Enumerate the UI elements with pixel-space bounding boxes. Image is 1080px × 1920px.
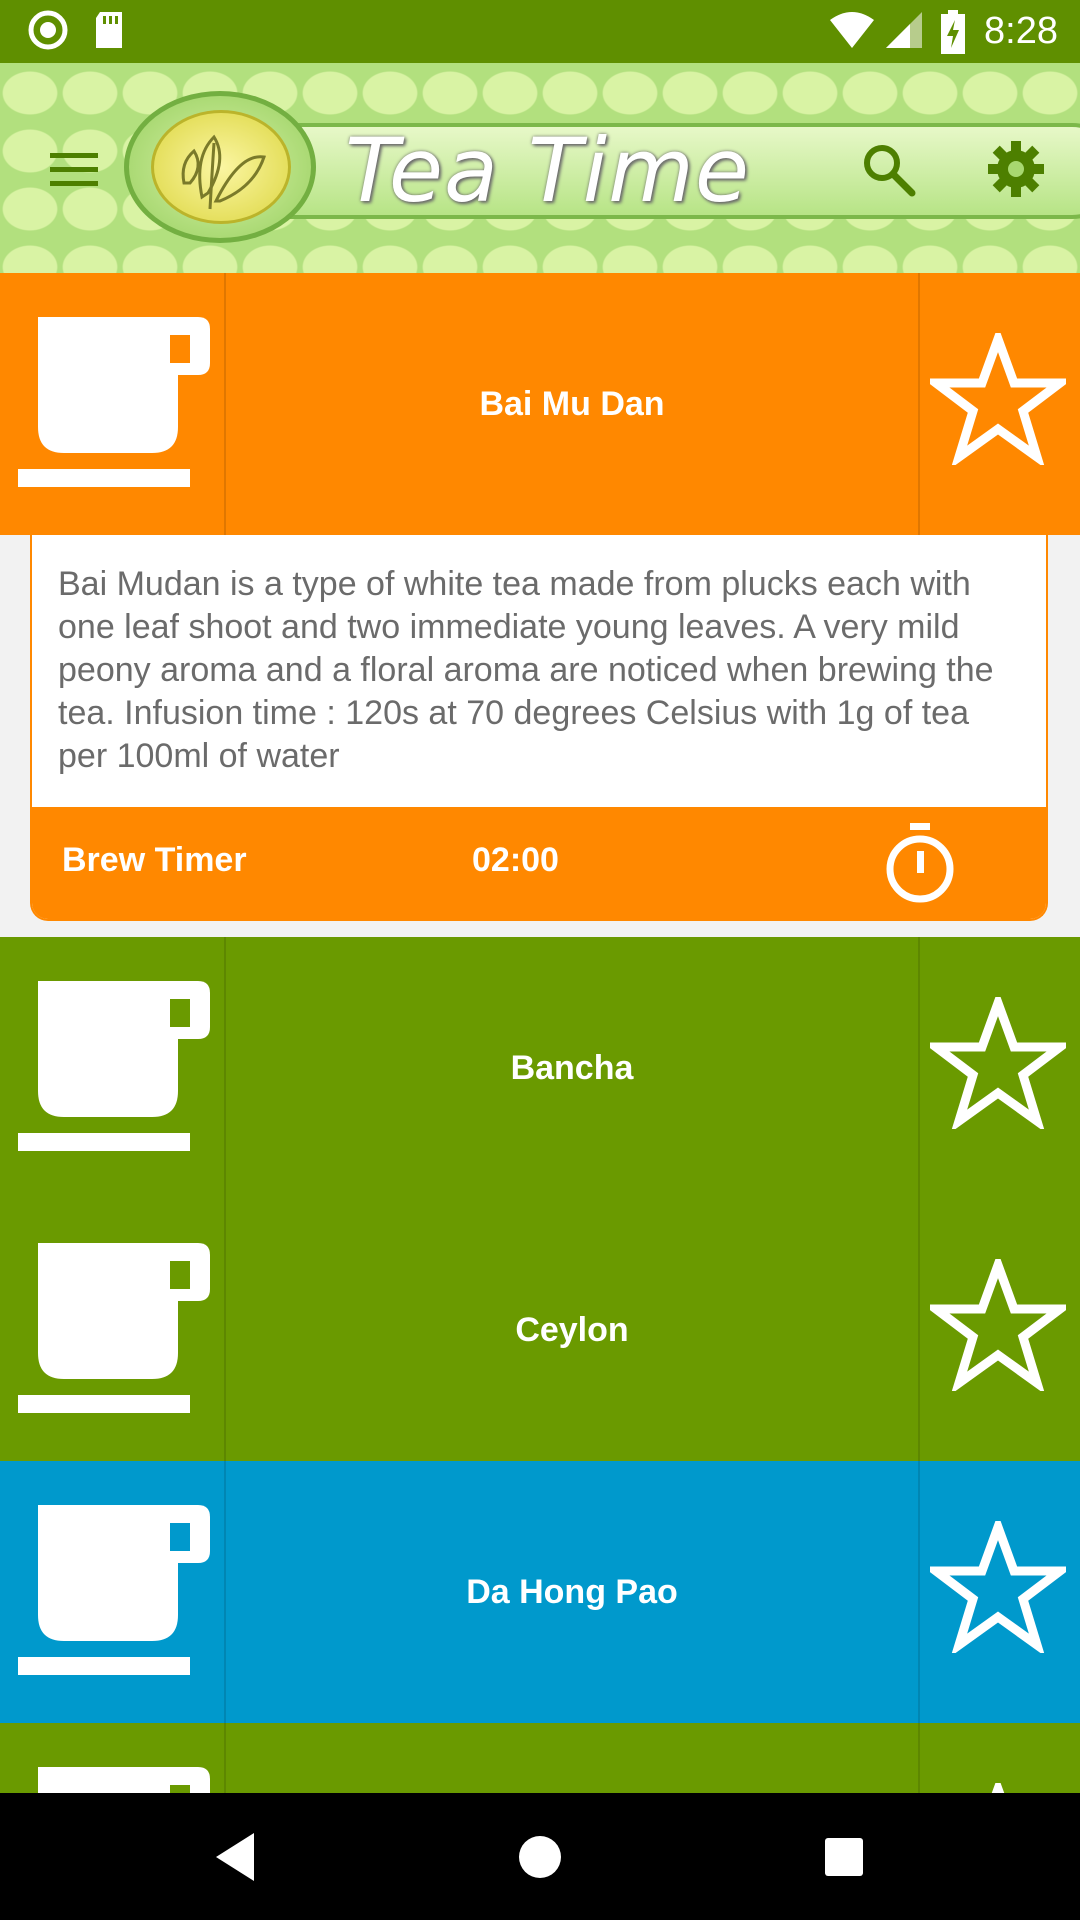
tea-description: Bai Mudan is a type of white tea made fr…	[58, 565, 994, 775]
home-circle-icon	[519, 1836, 561, 1878]
tea-cup-icon	[18, 1505, 210, 1675]
notification-ring-icon	[28, 10, 68, 50]
start-timer-button[interactable]	[878, 821, 962, 905]
tea-row-partial[interactable]	[0, 1723, 1080, 1793]
favorite-button[interactable]	[918, 1199, 1080, 1461]
favorite-button[interactable]	[918, 937, 1080, 1199]
stopwatch-icon	[886, 823, 954, 903]
favorite-button[interactable]	[918, 1723, 1080, 1793]
logo-inner-circle	[151, 110, 291, 224]
star-outline-icon	[930, 1521, 1066, 1653]
tea-cup-icon	[18, 981, 210, 1151]
star-outline-icon	[930, 333, 1066, 465]
recents-square-icon	[825, 1838, 863, 1876]
cup-cell	[0, 1199, 226, 1461]
tea-name: Ceylon	[515, 1310, 629, 1349]
tea-row-bancha[interactable]: Bancha	[0, 937, 1080, 1199]
recents-button[interactable]	[812, 1825, 876, 1889]
tea-row-bai-mu-dan[interactable]: Bai Mu Dan	[0, 273, 1080, 535]
star-outline-icon	[991, 1783, 1005, 1793]
app-bar: Tea Time	[0, 63, 1080, 273]
menu-button[interactable]	[46, 147, 102, 191]
star-outline-icon	[930, 1259, 1066, 1391]
brew-time-value: 02:00	[472, 841, 559, 879]
cup-cell	[0, 937, 226, 1199]
favorite-button[interactable]	[918, 1461, 1080, 1723]
tea-cup-icon	[18, 317, 210, 487]
brew-timer-bar: Brew Timer 02:00	[32, 807, 1046, 919]
tea-cup-icon	[18, 1243, 210, 1413]
tea-cup-icon	[38, 1767, 210, 1793]
tea-name: Da Hong Pao	[466, 1572, 678, 1611]
brew-timer-label: Brew Timer	[62, 841, 247, 879]
search-icon	[864, 145, 916, 197]
star-outline-icon	[930, 997, 1066, 1129]
search-button[interactable]	[858, 139, 918, 199]
signal-icon	[886, 12, 922, 48]
battery-charging-icon	[941, 10, 965, 54]
status-bar: 8:28	[0, 0, 1080, 63]
settings-button[interactable]	[986, 139, 1046, 199]
cup-cell	[0, 1723, 226, 1793]
tea-list[interactable]: Bai Mu Dan Bai Mudan is a type of white …	[0, 273, 1080, 1793]
cup-cell	[0, 273, 226, 535]
system-nav-bar	[0, 1793, 1080, 1920]
app-title: Tea Time	[345, 119, 750, 222]
tea-name	[228, 1723, 916, 1793]
hamburger-menu-icon	[50, 153, 98, 186]
cup-cell	[0, 1461, 226, 1723]
tea-detail-card: Bai Mudan is a type of white tea made fr…	[30, 535, 1048, 921]
screen: 8:28 Tea Time Bai Mu Dan Bai Mudan is a …	[0, 0, 1080, 1920]
gear-icon	[988, 141, 1044, 197]
tea-row-ceylon[interactable]: Ceylon	[0, 1199, 1080, 1461]
sd-card-icon	[96, 12, 122, 48]
wifi-icon	[830, 12, 874, 48]
favorite-button[interactable]	[918, 273, 1080, 535]
tea-name: Bancha	[510, 1048, 634, 1087]
back-button[interactable]	[204, 1825, 268, 1889]
tea-name: Bai Mu Dan	[479, 384, 665, 423]
back-triangle-icon	[216, 1833, 254, 1881]
tea-leaf-icon	[181, 134, 266, 210]
tea-row-da-hong-pao[interactable]: Da Hong Pao	[0, 1461, 1080, 1723]
status-clock: 8:28	[984, 10, 1058, 52]
tea-leaf-logo	[124, 91, 316, 243]
home-button[interactable]	[508, 1825, 572, 1889]
